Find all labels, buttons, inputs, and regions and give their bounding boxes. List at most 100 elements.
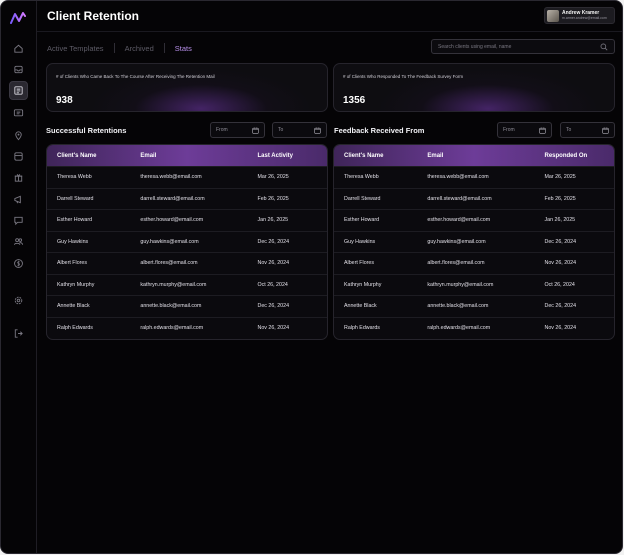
sidebar-item-home[interactable] bbox=[9, 39, 28, 58]
client-name-cell: Theresa Webb bbox=[344, 174, 379, 181]
date-cell: Dec 26, 2024 bbox=[257, 303, 290, 310]
tab-stats[interactable]: Stats bbox=[175, 44, 192, 53]
date-placeholder: From bbox=[503, 127, 515, 133]
retentions-to-date[interactable]: To bbox=[272, 122, 327, 138]
table-row[interactable]: Ralph Edwards ralph.edwards@email.com Nov … bbox=[334, 316, 614, 339]
date-cell: Oct 26, 2024 bbox=[257, 281, 288, 288]
stat-value: 1356 bbox=[343, 95, 366, 106]
client-name-cell: Theresa Webb bbox=[57, 174, 92, 181]
sidebar-item-campaigns[interactable] bbox=[9, 190, 28, 209]
table-row[interactable]: Kathryn Murphy kathryn.murphy@email.com Oc… bbox=[334, 273, 614, 296]
sidebar-item-database[interactable] bbox=[9, 147, 28, 166]
client-name-cell: Guy Hawkins bbox=[344, 238, 376, 245]
email-cell: ralph.edwards@email.com bbox=[140, 324, 204, 331]
database-icon bbox=[14, 152, 23, 161]
table-row[interactable]: Guy Hawkins guy.hawkins@email.com Dec 26, … bbox=[47, 230, 327, 253]
email-cell: theresa.webb@email.com bbox=[140, 174, 202, 181]
stat-card-retention: # of Clients Who Came Back To The Course… bbox=[46, 63, 328, 112]
retentions-title: Successful Retentions bbox=[46, 126, 127, 135]
sidebar-item-settings[interactable] bbox=[9, 291, 28, 310]
table-row[interactable]: Annette Black annette.black@email.com Dec … bbox=[47, 295, 327, 317]
table-row[interactable]: Albert Flores albert.flores@email.com Nov … bbox=[47, 252, 327, 274]
date-cell: Dec 26, 2024 bbox=[257, 238, 290, 245]
retentions-table: Client's Name Email Last Activity Theres… bbox=[46, 144, 328, 340]
column-header[interactable]: Last Activity bbox=[258, 153, 327, 159]
date-cell: Nov 26, 2024 bbox=[257, 260, 290, 267]
search-input[interactable] bbox=[438, 43, 600, 50]
table-row[interactable]: Ralph Edwards ralph.edwards@email.com Nov … bbox=[47, 316, 327, 339]
column-header[interactable]: Client's Name bbox=[47, 153, 140, 159]
tab-active-templates[interactable]: Active Templates bbox=[47, 44, 104, 53]
tab-bar: Active Templates Archived Stats bbox=[47, 43, 192, 53]
stat-card-feedback: # of Clients Who Responded To The Feedba… bbox=[333, 63, 615, 112]
date-cell: Feb 26, 2025 bbox=[544, 195, 576, 202]
search-icon[interactable] bbox=[600, 43, 608, 51]
sidebar-item-inbox[interactable] bbox=[9, 60, 28, 79]
sidebar-item-gift[interactable] bbox=[9, 168, 28, 187]
table-header: Client's Name Email Responded On bbox=[334, 145, 614, 166]
calendar-icon bbox=[602, 126, 609, 134]
calendar-icon bbox=[314, 126, 321, 134]
table-row[interactable]: Esther Howard esther.howard@email.com Jan … bbox=[47, 209, 327, 231]
column-header[interactable]: Email bbox=[427, 153, 544, 159]
date-placeholder: To bbox=[566, 127, 572, 133]
email-cell: darrell.steward@email.com bbox=[427, 195, 492, 202]
message-icon bbox=[14, 216, 23, 226]
email-cell: albert.flores@email.com bbox=[427, 260, 485, 267]
sidebar-item-templates[interactable] bbox=[9, 81, 28, 100]
app-window: Client Retention Andrew Kramer m.armer.a… bbox=[0, 0, 623, 554]
sidebar-item-logout[interactable] bbox=[9, 324, 28, 343]
date-cell: Nov 26, 2024 bbox=[544, 260, 577, 267]
logo-icon[interactable] bbox=[10, 11, 26, 25]
table-header: Client's Name Email Last Activity bbox=[47, 145, 327, 166]
sidebar-item-chat[interactable] bbox=[9, 104, 28, 123]
date-cell: Nov 26, 2024 bbox=[257, 324, 290, 331]
table-row[interactable]: Darrell Steward darrell.steward@email.com… bbox=[47, 187, 327, 210]
email-cell: guy.hawkins@email.com bbox=[427, 238, 486, 245]
users-icon bbox=[13, 238, 24, 245]
client-name-cell: Ralph Edwards bbox=[344, 324, 380, 331]
table-row[interactable]: Theresa Webb theresa.webb@email.com Mar 26… bbox=[47, 166, 327, 188]
search-box[interactable] bbox=[431, 39, 615, 54]
client-name-cell: Albert Flores bbox=[344, 260, 375, 267]
user-name: Andrew Kramer bbox=[562, 9, 600, 16]
email-cell: esther.howard@email.com bbox=[427, 217, 491, 224]
feedback-from-date[interactable]: From bbox=[497, 122, 552, 138]
email-cell: esther.howard@email.com bbox=[140, 217, 204, 224]
column-header[interactable]: Client's Name bbox=[334, 153, 427, 159]
email-cell: annette.black@email.com bbox=[427, 303, 489, 310]
date-cell: Jan 26, 2025 bbox=[544, 217, 576, 224]
sidebar-item-billing[interactable] bbox=[9, 254, 28, 273]
sidebar-item-users[interactable] bbox=[9, 232, 28, 251]
client-name-cell: Darrell Steward bbox=[344, 195, 381, 202]
user-email: m.armer.andrew@email.com bbox=[562, 15, 607, 20]
feedback-title: Feedback Received From bbox=[334, 126, 425, 135]
retentions-from-date[interactable]: From bbox=[210, 122, 265, 138]
email-cell: guy.hawkins@email.com bbox=[140, 238, 199, 245]
date-cell: Mar 26, 2025 bbox=[544, 174, 576, 181]
column-header[interactable]: Responded On bbox=[545, 153, 614, 159]
tab-archived[interactable]: Archived bbox=[125, 44, 154, 53]
table-row[interactable]: Theresa Webb theresa.webb@email.com Mar 26… bbox=[334, 166, 614, 188]
header-divider bbox=[37, 31, 622, 32]
table-row[interactable]: Kathryn Murphy kathryn.murphy@email.com Oc… bbox=[47, 273, 327, 296]
table-row[interactable]: Annette Black annette.black@email.com Dec … bbox=[334, 295, 614, 317]
column-header[interactable]: Email bbox=[140, 153, 257, 159]
table-row[interactable]: Darrell Steward darrell.steward@email.com… bbox=[334, 187, 614, 210]
stat-label: # of Clients Who Came Back To The Course… bbox=[56, 74, 215, 79]
calendar-icon bbox=[539, 126, 546, 134]
table-row[interactable]: Albert Flores albert.flores@email.com Nov … bbox=[334, 252, 614, 274]
tab-divider bbox=[163, 43, 165, 53]
date-cell: Jan 26, 2025 bbox=[257, 217, 289, 224]
feedback-to-date[interactable]: To bbox=[560, 122, 615, 138]
table-row[interactable]: Esther Howard esther.howard@email.com Jan … bbox=[334, 209, 614, 231]
user-profile-button[interactable]: Andrew Kramer m.armer.andrew@email.com bbox=[544, 7, 615, 24]
table-row[interactable]: Guy Hawkins guy.hawkins@email.com Dec 26, … bbox=[334, 230, 614, 253]
template-icon bbox=[14, 86, 23, 95]
inbox-icon bbox=[14, 65, 23, 74]
email-cell: albert.flores@email.com bbox=[140, 260, 198, 267]
sidebar-item-messages[interactable] bbox=[9, 211, 28, 230]
email-cell: annette.black@email.com bbox=[140, 303, 202, 310]
date-cell: Dec 26, 2024 bbox=[544, 238, 577, 245]
sidebar-item-location[interactable] bbox=[9, 126, 28, 145]
